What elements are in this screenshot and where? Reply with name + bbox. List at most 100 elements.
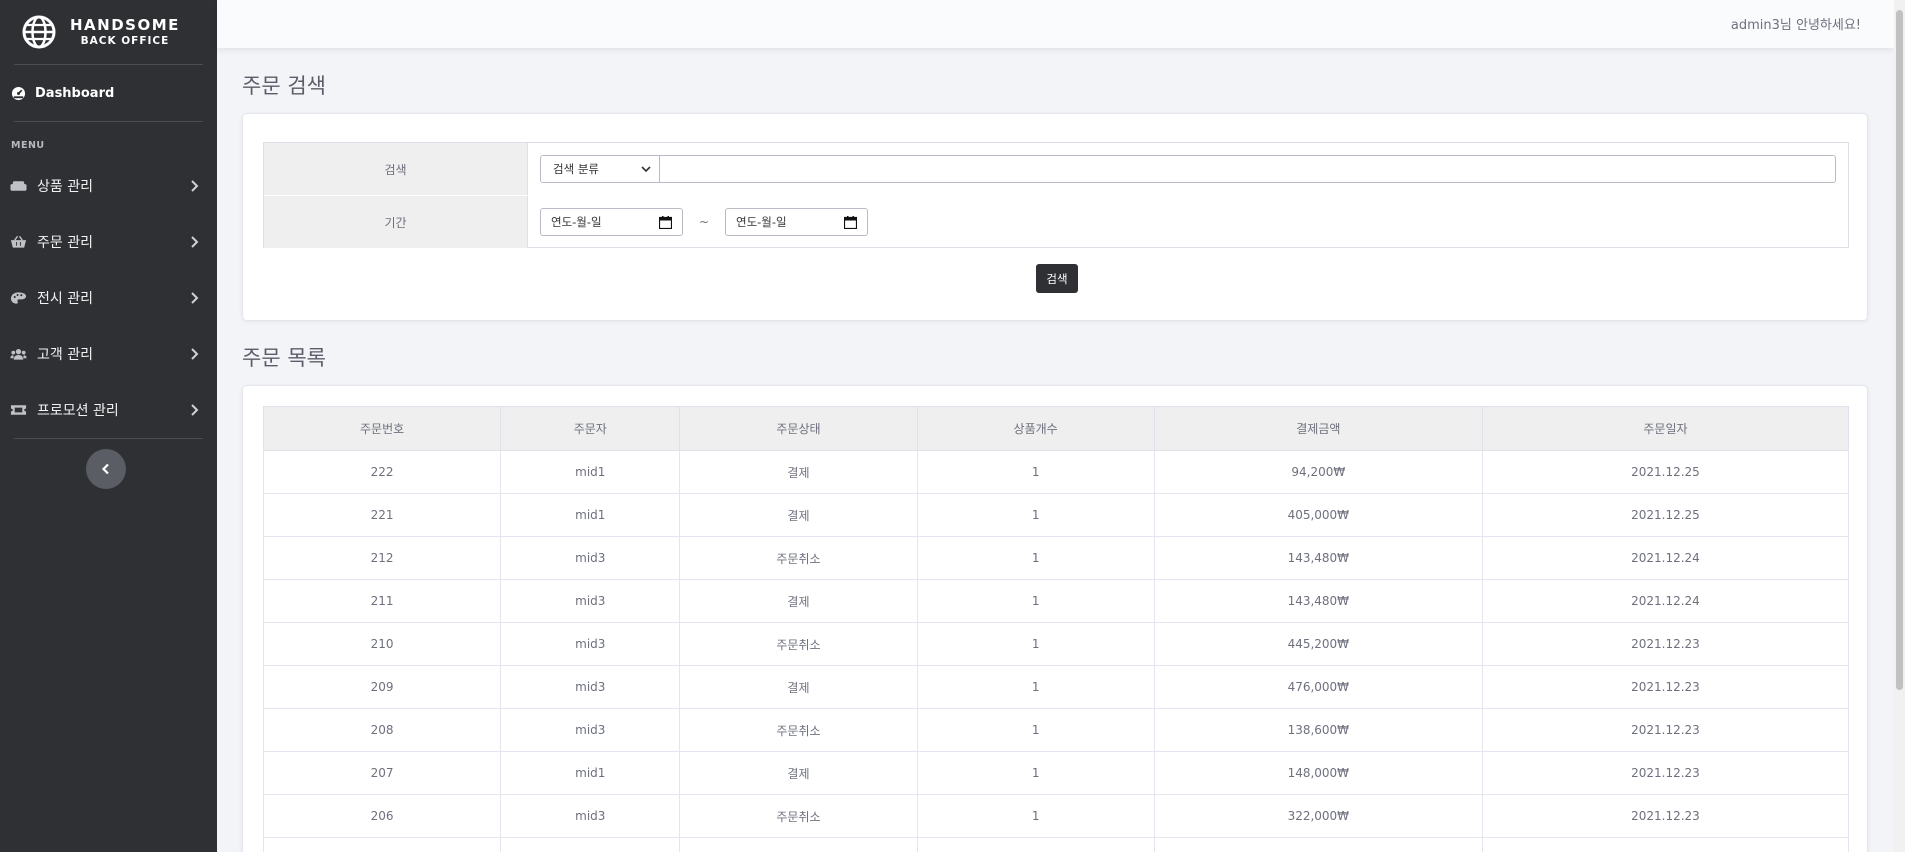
column-header-orderer[interactable]: 주문자 bbox=[500, 406, 681, 451]
sidebar-item-label: 고객 관리 bbox=[37, 347, 93, 363]
order-number-cell: 209 bbox=[262, 665, 502, 709]
sidebar-item-products[interactable]: 상품 관리 bbox=[0, 158, 217, 214]
table-row[interactable]: 208 mid3 주문취소 1 138,600₩ 2021.12.23 bbox=[262, 708, 1850, 752]
sidebar-item-display[interactable]: 전시 관리 bbox=[0, 270, 217, 326]
menu-heading: MENU bbox=[11, 140, 45, 151]
item-count-cell: 1 bbox=[916, 751, 1155, 795]
search-button[interactable]: 검색 bbox=[1036, 264, 1078, 293]
sidebar-item-customers[interactable]: 고객 관리 bbox=[0, 326, 217, 382]
orderer-cell: mid1 bbox=[500, 450, 681, 494]
sidebar-item-orders[interactable]: 주문 관리 bbox=[0, 214, 217, 270]
status-cell: 주문취소 bbox=[679, 536, 918, 580]
column-header-item-count[interactable]: 상품개수 bbox=[916, 406, 1155, 451]
ticket-icon bbox=[10, 405, 27, 415]
search-keyword-label: 검색 bbox=[264, 143, 528, 195]
search-period-label: 기간 bbox=[264, 196, 528, 248]
chevron-left-icon bbox=[101, 463, 109, 475]
sidebar-item-dashboard[interactable]: Dashboard bbox=[0, 65, 217, 121]
sidebar-toggle-button[interactable] bbox=[86, 449, 126, 489]
amount-cell: 322,000₩ bbox=[1153, 794, 1483, 838]
date-cell: 2021.12.25 bbox=[1481, 493, 1850, 537]
chevron-right-icon bbox=[191, 348, 199, 360]
date-from-placeholder: 연도-월-일 bbox=[551, 215, 602, 229]
status-cell: 주문취소 bbox=[679, 708, 918, 752]
orderer-cell: mid3 bbox=[500, 794, 681, 838]
couch-icon bbox=[10, 181, 27, 191]
item-count-cell: 1 bbox=[916, 493, 1155, 537]
order-list-card: 주문번호 주문자 주문상태 상품개수 결제금액 주문일자 222 mid1 결제 1 9… bbox=[242, 385, 1868, 852]
orderer-cell: mid3 bbox=[500, 536, 681, 580]
amount-cell: 148,000₩ bbox=[1153, 751, 1483, 795]
date-cell: 2021.12.23 bbox=[1481, 751, 1850, 795]
search-form: 검색 검색 분류 기간 연도-월-일 ~ 연도-월-일 bbox=[263, 142, 1849, 248]
amount-cell: 143,480₩ bbox=[1153, 536, 1483, 580]
table-row[interactable]: 210 mid3 주문취소 1 445,200₩ 2021.12.23 bbox=[262, 622, 1850, 666]
date-range-separator: ~ bbox=[698, 215, 710, 229]
amount-cell: 143,480₩ bbox=[1153, 579, 1483, 623]
table-row[interactable]: 212 mid3 주문취소 1 143,480₩ 2021.12.24 bbox=[262, 536, 1850, 580]
status-cell: 결제 bbox=[679, 450, 918, 494]
table-row[interactable]: 222 mid1 결제 1 94,200₩ 2021.12.25 bbox=[262, 450, 1850, 494]
sidebar: HANDSOME BACK OFFICE Dashboard MENU 상품 관… bbox=[0, 0, 217, 852]
table-row[interactable]: 206 mid3 주문취소 1 322,000₩ 2021.12.23 bbox=[262, 794, 1850, 838]
date-cell: 2021.12.23 bbox=[1481, 794, 1850, 838]
status-cell: 결제 bbox=[679, 579, 918, 623]
search-category-select[interactable]: 검색 분류 bbox=[540, 155, 660, 183]
scrollbar-thumb[interactable] bbox=[1896, 10, 1903, 690]
amount-cell: 405,000₩ bbox=[1153, 493, 1483, 537]
sidebar-item-label: 전시 관리 bbox=[37, 291, 93, 307]
calendar-icon[interactable] bbox=[844, 216, 857, 229]
date-cell: 2021.12.23 bbox=[1481, 708, 1850, 752]
sidebar-item-promotions[interactable]: 프로모션 관리 bbox=[0, 382, 217, 438]
status-cell: 결제 bbox=[679, 665, 918, 709]
amount-cell: 476,000₩ bbox=[1153, 665, 1483, 709]
order-number-cell bbox=[262, 837, 502, 852]
basket-icon bbox=[10, 235, 27, 248]
orderer-cell: mid3 bbox=[500, 622, 681, 666]
date-to-input[interactable]: 연도-월-일 bbox=[725, 208, 868, 236]
column-header-amount[interactable]: 결제금액 bbox=[1153, 406, 1483, 451]
order-number-cell: 207 bbox=[262, 751, 502, 795]
orderer-cell: mid3 bbox=[500, 579, 681, 623]
column-header-status[interactable]: 주문상태 bbox=[679, 406, 918, 451]
sidebar-item-label: 주문 관리 bbox=[37, 235, 93, 251]
date-from-input[interactable]: 연도-월-일 bbox=[540, 208, 683, 236]
item-count-cell: 1 bbox=[916, 579, 1155, 623]
order-number-cell: 212 bbox=[262, 536, 502, 580]
amount-cell: 138,600₩ bbox=[1153, 708, 1483, 752]
orderer-cell: mid1 bbox=[500, 493, 681, 537]
brand-logo[interactable]: HANDSOME BACK OFFICE bbox=[0, 0, 217, 64]
chevron-down-icon bbox=[641, 166, 651, 173]
amount-cell: 445,200₩ bbox=[1153, 622, 1483, 666]
amount-cell bbox=[1153, 837, 1483, 852]
search-keyword-input[interactable] bbox=[660, 155, 1836, 183]
table-row[interactable]: 221 mid1 결제 1 405,000₩ 2021.12.25 bbox=[262, 493, 1850, 537]
orders-table: 주문번호 주문자 주문상태 상품개수 결제금액 주문일자 222 mid1 결제 1 9… bbox=[262, 406, 1850, 852]
order-number-cell: 221 bbox=[262, 493, 502, 537]
item-count-cell bbox=[916, 837, 1155, 852]
search-period-row: 기간 연도-월-일 ~ 연도-월-일 bbox=[264, 196, 1848, 248]
user-greeting[interactable]: admin3님 안녕하세요! bbox=[1731, 14, 1861, 33]
chevron-right-icon bbox=[191, 236, 199, 248]
search-category-value: 검색 분류 bbox=[553, 162, 599, 176]
table-row[interactable]: 209 mid3 결제 1 476,000₩ 2021.12.23 bbox=[262, 665, 1850, 709]
status-cell bbox=[679, 837, 918, 852]
globe-icon bbox=[22, 15, 56, 49]
page-scrollbar[interactable] bbox=[1894, 0, 1905, 852]
orderer-cell: mid3 bbox=[500, 665, 681, 709]
date-cell: 2021.12.23 bbox=[1481, 622, 1850, 666]
calendar-icon[interactable] bbox=[659, 216, 672, 229]
date-cell bbox=[1481, 837, 1850, 852]
status-cell: 결제 bbox=[679, 751, 918, 795]
table-row[interactable]: 211 mid3 결제 1 143,480₩ 2021.12.24 bbox=[262, 579, 1850, 623]
table-row[interactable]: 207 mid1 결제 1 148,000₩ 2021.12.23 bbox=[262, 751, 1850, 795]
column-header-date[interactable]: 주문일자 bbox=[1481, 406, 1850, 451]
amount-cell: 94,200₩ bbox=[1153, 450, 1483, 494]
sidebar-item-label: Dashboard bbox=[35, 85, 115, 101]
order-search-card: 검색 검색 분류 기간 연도-월-일 ~ 연도-월-일 검색 bbox=[242, 113, 1868, 321]
chevron-right-icon bbox=[191, 180, 199, 192]
item-count-cell: 1 bbox=[916, 622, 1155, 666]
table-row[interactable] bbox=[262, 837, 1850, 852]
column-header-order-number[interactable]: 주문번호 bbox=[262, 406, 502, 451]
date-cell: 2021.12.25 bbox=[1481, 450, 1850, 494]
